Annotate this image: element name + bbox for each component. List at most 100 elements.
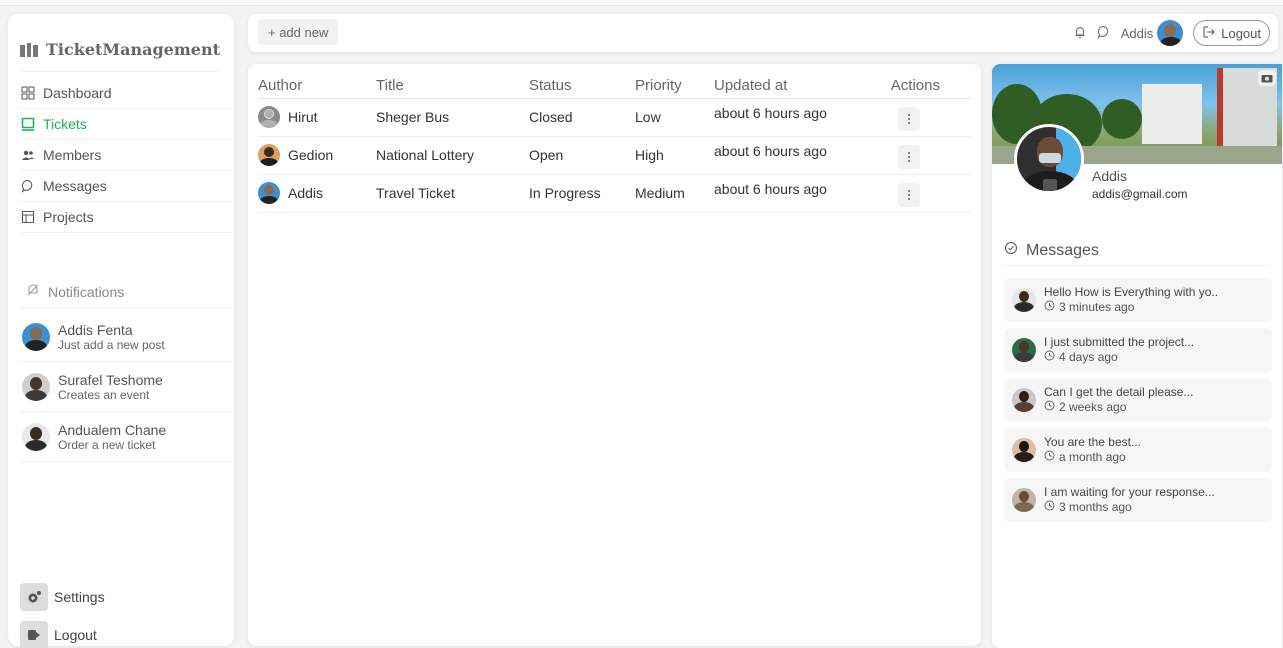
chat-check-icon [1004, 241, 1018, 260]
profile-email: addis@gmail.com [1092, 187, 1188, 201]
notification-text: Order a new ticket [58, 437, 156, 452]
table-row[interactable]: Gedion National Lottery Open High about … [258, 136, 970, 175]
avatar [1012, 438, 1036, 462]
clock-icon [1044, 500, 1055, 515]
notification-text: Just add a new post [58, 337, 165, 352]
user-avatar[interactable] [1157, 20, 1184, 46]
dashboard-icon [20, 85, 36, 101]
camera-icon[interactable] [1043, 179, 1057, 191]
message-text: Can I get the detail please... [1044, 385, 1194, 399]
sidebar-item-dashboard[interactable]: Dashboard [20, 78, 232, 109]
messages-icon [20, 178, 36, 194]
message-time-label: 3 minutes ago [1059, 300, 1135, 314]
sidebar-item-messages[interactable]: Messages [20, 171, 232, 202]
members-icon [20, 147, 36, 163]
profile-name: Addis [1092, 168, 1128, 184]
clock-icon [1044, 450, 1055, 465]
author-cell: Hirut [258, 106, 376, 128]
column-header[interactable]: Status [529, 74, 635, 99]
table-row[interactable]: Hirut Sheger Bus Closed Low about 6 hour… [258, 98, 970, 137]
row-actions-button[interactable] [898, 145, 920, 169]
notification-name: Andualem Chane [58, 421, 167, 438]
table-header-row: Author Title Status Priority Updated at … [258, 74, 970, 99]
ticket-priority: Low [635, 98, 714, 137]
add-new-button[interactable]: + add new [258, 19, 339, 45]
tickets-table: Author Title Status Priority Updated at … [258, 74, 970, 213]
logout-label: Logout [54, 627, 97, 643]
top-bar: + add new Addis Logout [248, 14, 1278, 52]
sidebar-item-tickets[interactable]: Tickets [20, 109, 232, 140]
clock-icon [1044, 300, 1055, 315]
message-item[interactable]: You are the best... a month ago [1004, 428, 1272, 472]
avatar [22, 372, 50, 401]
column-header[interactable]: Title [376, 74, 529, 99]
ticket-title: Sheger Bus [376, 98, 529, 137]
messages-title: Messages [1026, 241, 1099, 259]
message-item[interactable]: Can I get the detail please... 2 weeks a… [1004, 378, 1272, 422]
notification-list: Addis Fenta Just add a new post Surafel … [20, 312, 232, 462]
ticket-status: In Progress [529, 174, 635, 213]
avatar [258, 182, 280, 204]
notification-name: Addis Fenta [58, 321, 133, 338]
sidebar-logout-button[interactable]: Logout [20, 616, 220, 648]
notification-item[interactable]: Addis Fenta Just add a new post [20, 312, 232, 362]
ticket-title: Travel Ticket [376, 174, 529, 213]
column-header[interactable]: Updated at [714, 74, 868, 99]
message-text: I just submitted the project... [1044, 335, 1195, 349]
author-name: Hirut [288, 109, 318, 125]
author-cell: Gedion [258, 144, 376, 166]
ticket-title: National Lottery [376, 136, 529, 175]
column-header[interactable]: Author [258, 74, 376, 99]
sidebar-item-projects[interactable]: Projects [20, 202, 232, 233]
profile-avatar[interactable] [1014, 124, 1084, 194]
sidebar: TicketManagement Dashboard Tickets Membe… [8, 14, 234, 648]
ticket-updated: about 6 hours ago [714, 174, 868, 213]
row-actions-button[interactable] [898, 107, 920, 131]
avatar [22, 322, 50, 351]
sidebar-item-label: Projects [43, 209, 94, 225]
notification-item[interactable]: Andualem Chane Order a new ticket [20, 412, 232, 462]
author-name: Addis [288, 185, 324, 201]
clock-icon [1044, 350, 1055, 365]
message-item[interactable]: I am waiting for your response... 3 mont… [1004, 478, 1272, 522]
avatar [1012, 488, 1036, 512]
message-time: a month ago [1044, 450, 1141, 465]
avatar [1012, 388, 1036, 412]
ticket-priority: Medium [635, 174, 714, 213]
brand[interactable]: TicketManagement [20, 28, 220, 72]
logout-button[interactable]: Logout [1193, 20, 1270, 46]
sidebar-item-label: Messages [43, 178, 107, 194]
message-text: Hello How is Everything with yo.. [1044, 285, 1219, 299]
notification-name: Surafel Teshome [58, 371, 163, 388]
bell-icon[interactable] [1073, 25, 1087, 42]
avatar [258, 144, 280, 166]
bell-off-icon [26, 283, 40, 300]
message-item[interactable]: I just submitted the project... 4 days a… [1004, 328, 1272, 372]
row-actions-button[interactable] [898, 183, 920, 207]
author-name: Gedion [288, 147, 334, 163]
notification-item[interactable]: Surafel Teshome Creates an event [20, 362, 232, 412]
ticket-status: Closed [529, 98, 635, 137]
table-row[interactable]: Addis Travel Ticket In Progress Medium a… [258, 174, 970, 213]
column-header: Actions [868, 74, 970, 99]
sidebar-item-label: Members [43, 147, 102, 163]
camera-icon[interactable] [1258, 70, 1276, 86]
message-time: 2 weeks ago [1044, 400, 1193, 415]
author-cell: Addis [258, 182, 376, 204]
top-bar-actions: Addis Logout [1073, 18, 1270, 48]
ticket-updated: about 6 hours ago [714, 98, 868, 137]
sidebar-footer: Settings Logout [20, 578, 220, 648]
settings-button[interactable]: Settings [20, 578, 220, 616]
column-header[interactable]: Priority [635, 74, 714, 99]
profile-panel: Addis addis@gmail.com Messages Hello How… [992, 64, 1282, 648]
user-name[interactable]: Addis [1121, 26, 1154, 41]
ticket-logo-icon [20, 42, 39, 57]
chat-icon[interactable] [1097, 25, 1111, 42]
logout-icon [20, 621, 48, 648]
sidebar-item-label: Dashboard [43, 85, 112, 101]
message-time-label: a month ago [1059, 450, 1126, 464]
message-list: Hello How is Everything with yo.. 3 minu… [1004, 278, 1272, 528]
sidebar-item-members[interactable]: Members [20, 140, 232, 171]
logout-icon [1202, 25, 1216, 42]
message-item[interactable]: Hello How is Everything with yo.. 3 minu… [1004, 278, 1272, 322]
